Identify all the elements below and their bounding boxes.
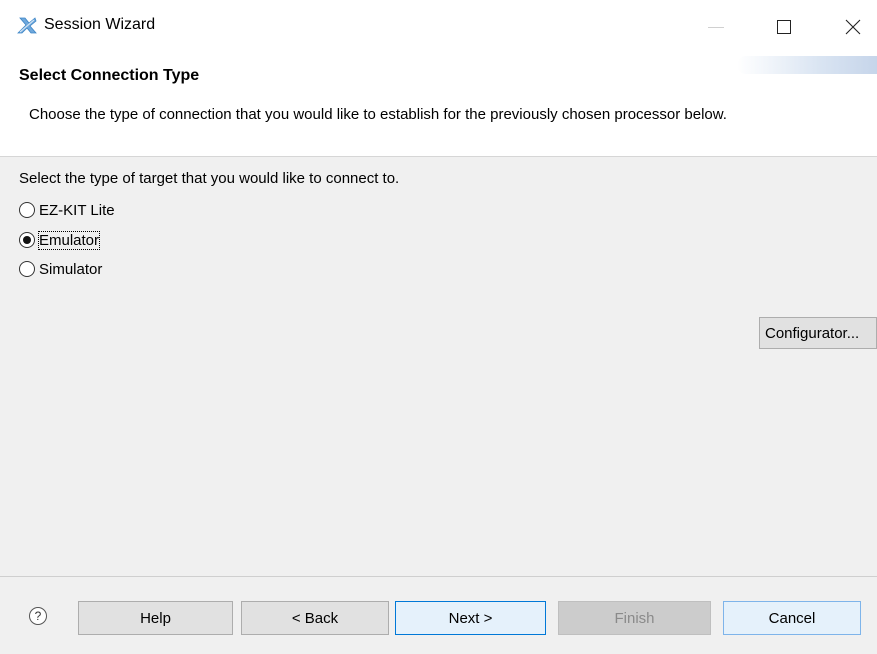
page-description: Choose the type of connection that you w… <box>29 106 727 123</box>
cancel-button-label: Cancel <box>768 609 816 627</box>
next-button-label: Next > <box>448 609 493 627</box>
radio-label: Emulator <box>37 230 101 250</box>
cancel-button[interactable]: Cancel <box>723 601 861 635</box>
page-title: Select Connection Type <box>19 67 200 84</box>
instruction-text: Select the type of target that you would… <box>19 170 400 187</box>
close-button[interactable] <box>830 0 876 54</box>
wizard-content: Select the type of target that you would… <box>0 157 877 576</box>
radio-simulator[interactable]: Simulator <box>19 258 102 280</box>
next-button[interactable]: Next > <box>395 601 546 635</box>
finish-button: Finish <box>558 601 711 635</box>
maximize-icon <box>777 20 791 34</box>
radio-label: Simulator <box>39 260 103 278</box>
radio-label: EZ-KIT Lite <box>39 201 115 219</box>
configurator-button[interactable]: Configurator... <box>759 317 877 349</box>
maximize-button[interactable] <box>761 0 807 54</box>
help-button[interactable]: Help <box>78 601 233 635</box>
radio-ez-kit-lite[interactable]: EZ-KIT Lite <box>19 199 115 221</box>
help-button-label: Help <box>140 609 171 627</box>
radio-button-icon <box>19 202 35 218</box>
title-bar: Session Wizard <box>0 0 877 54</box>
app-logo-icon <box>17 17 37 34</box>
close-icon <box>845 19 861 35</box>
session-wizard-window: Session Wizard Select Connection Type Ch… <box>0 0 877 654</box>
back-button-label: < Back <box>291 609 339 627</box>
window-title: Session Wizard <box>44 16 156 33</box>
radio-button-selected-icon <box>19 232 35 248</box>
minimize-button[interactable] <box>693 0 739 54</box>
radio-emulator[interactable]: Emulator <box>19 229 101 251</box>
back-button[interactable]: < Back <box>241 601 389 635</box>
header-decoration <box>737 56 877 74</box>
configurator-label: Configurator... <box>765 324 860 342</box>
question-circle-icon[interactable]: ? <box>29 607 47 625</box>
finish-button-label: Finish <box>614 609 655 627</box>
wizard-header: Select Connection Type Choose the type o… <box>0 54 877 157</box>
footer-separator <box>0 576 877 577</box>
radio-button-icon <box>19 261 35 277</box>
minimize-icon <box>708 26 724 28</box>
